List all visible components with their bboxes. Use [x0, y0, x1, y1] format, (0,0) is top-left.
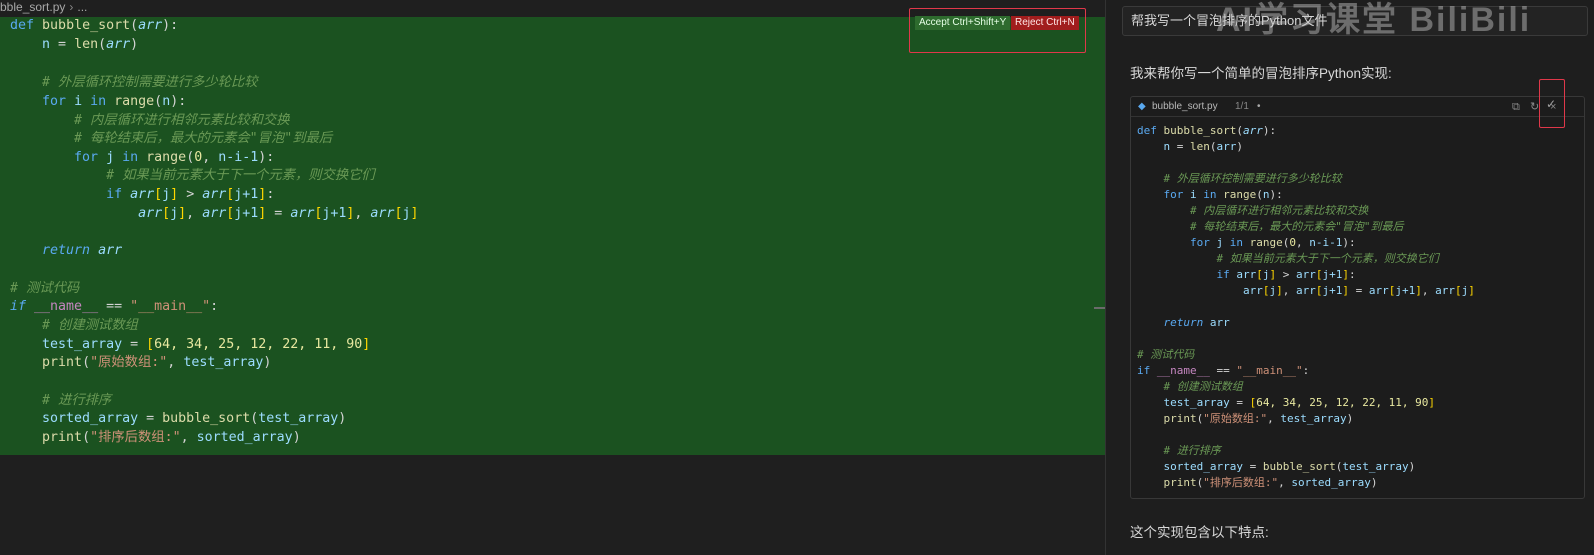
modified-dot: •: [1257, 101, 1261, 112]
code-snippet-card: ◆ bubble_sort.py 1/1 • ⧉ ↻ × def bubble_…: [1130, 96, 1585, 499]
diff-action-bar: Accept Ctrl+Shift+Y Reject Ctrl+N: [909, 8, 1086, 53]
code-line: # 内层循环进行相邻元素比较和交换: [74, 113, 290, 128]
snippet-filename[interactable]: bubble_sort.py: [1152, 97, 1218, 117]
snippet-line: if arr[j] > arr[j+1]:: [1216, 268, 1356, 281]
snippet-line: # 如果当前元素大于下一个元素，则交换它们: [1216, 252, 1439, 265]
code-line: return arr: [42, 243, 123, 258]
snippet-line: arr[j], arr[j+1] = arr[j+1], arr[j]: [1242, 284, 1475, 297]
snippet-line: def bubble_sort(arr):: [1137, 124, 1277, 137]
code-line: arr[j], arr[j+1] = arr[j+1], arr[j]: [138, 206, 419, 221]
snippet-line: # 内层循环进行相邻元素比较和交换: [1189, 204, 1369, 217]
code-line: # 进行排序: [42, 393, 112, 408]
code-editor[interactable]: bble_sort.py ›... def bubble_sort(arr): n…: [0, 0, 1105, 555]
reject-button[interactable]: Reject Ctrl+N: [1011, 16, 1079, 30]
breadcrumb: bble_sort.py ›...: [0, 0, 87, 14]
assistant-reply-text: 这个实现包含以下特点:: [1130, 525, 1269, 540]
snippet-line: print("原始数组:", test_array): [1163, 412, 1354, 425]
diff-added-block[interactable]: def bubble_sort(arr): n = len(arr) # 外层循…: [0, 17, 1105, 455]
code-line: if arr[j] > arr[j+1]:: [106, 187, 275, 202]
snippet-line: # 外层循环控制需要进行多少轮比较: [1163, 172, 1342, 185]
snippet-line: return arr: [1163, 316, 1230, 329]
code-line: test_array = [64, 34, 25, 12, 22, 11, 90…: [42, 337, 371, 352]
snippet-line: # 进行排序: [1163, 444, 1221, 457]
diamond-icon: ◆: [1138, 101, 1146, 112]
check-icon[interactable]: ✓: [1546, 97, 1556, 111]
snippet-count: 1/1: [1235, 101, 1249, 112]
code-line: def bubble_sort(arr):: [10, 18, 179, 33]
breadcrumb-trail[interactable]: ...: [77, 0, 87, 14]
code-line: sorted_array = bubble_sort(test_array): [42, 411, 347, 426]
snippet-line: n = len(arr): [1163, 140, 1244, 153]
code-line: for i in range(n):: [42, 94, 187, 109]
snippet-line: test_array = [64, 34, 25, 12, 22, 11, 90…: [1163, 396, 1436, 409]
snippet-line: if __name__ == "__main__":: [1137, 364, 1310, 377]
code-line: print("原始数组:", test_array): [42, 355, 272, 370]
snippet-line: print("排序后数组:", sorted_array): [1163, 476, 1378, 489]
code-line: n = len(arr): [42, 37, 139, 52]
code-line: for j in range(0, n-i-1):: [74, 150, 275, 165]
breadcrumb-file[interactable]: bble_sort.py: [0, 0, 65, 14]
snippet-line: for j in range(0, n-i-1):: [1189, 236, 1356, 249]
code-line: print("排序后数组:", sorted_array): [42, 430, 301, 445]
scrollbar-marker[interactable]: [1094, 307, 1105, 309]
accept-button[interactable]: Accept Ctrl+Shift+Y: [915, 16, 1011, 30]
assistant-reply-text: 我来帮你写一个简单的冒泡排序Python实现:: [1130, 66, 1392, 81]
ai-chat-panel: 帮我写一个冒泡排序的Python文件 AI学习课堂 BiliBili 我来帮你写…: [1106, 0, 1594, 555]
snippet-line: for i in range(n):: [1163, 188, 1283, 201]
snippet-header: ◆ bubble_sort.py 1/1 • ⧉ ↻ ×: [1131, 97, 1584, 117]
code-line: # 外层循环控制需要进行多少轮比较: [42, 75, 258, 90]
copy-icon[interactable]: ⧉: [1512, 97, 1520, 117]
snippet-line: sorted_array = bubble_sort(test_array): [1163, 460, 1416, 473]
code-line: # 测试代码: [10, 281, 80, 296]
snippet-line: # 每轮结束后，最大的元素会"冒泡"到最后: [1189, 220, 1404, 233]
snippet-line: # 测试代码: [1137, 348, 1195, 361]
code-line: # 如果当前元素大于下一个元素，则交换它们: [106, 168, 375, 183]
snippet-line: # 创建测试数组: [1163, 380, 1243, 393]
refresh-icon[interactable]: ↻: [1530, 97, 1539, 117]
code-line: # 每轮结束后，最大的元素会"冒泡"到最后: [74, 131, 333, 146]
watermark-logo: AI学习课堂 BiliBili: [1216, 1, 1532, 39]
code-line: if __name__ == "__main__":: [10, 299, 219, 314]
code-line: # 创建测试数组: [42, 318, 138, 333]
chevron-right-icon: ›: [69, 0, 74, 14]
